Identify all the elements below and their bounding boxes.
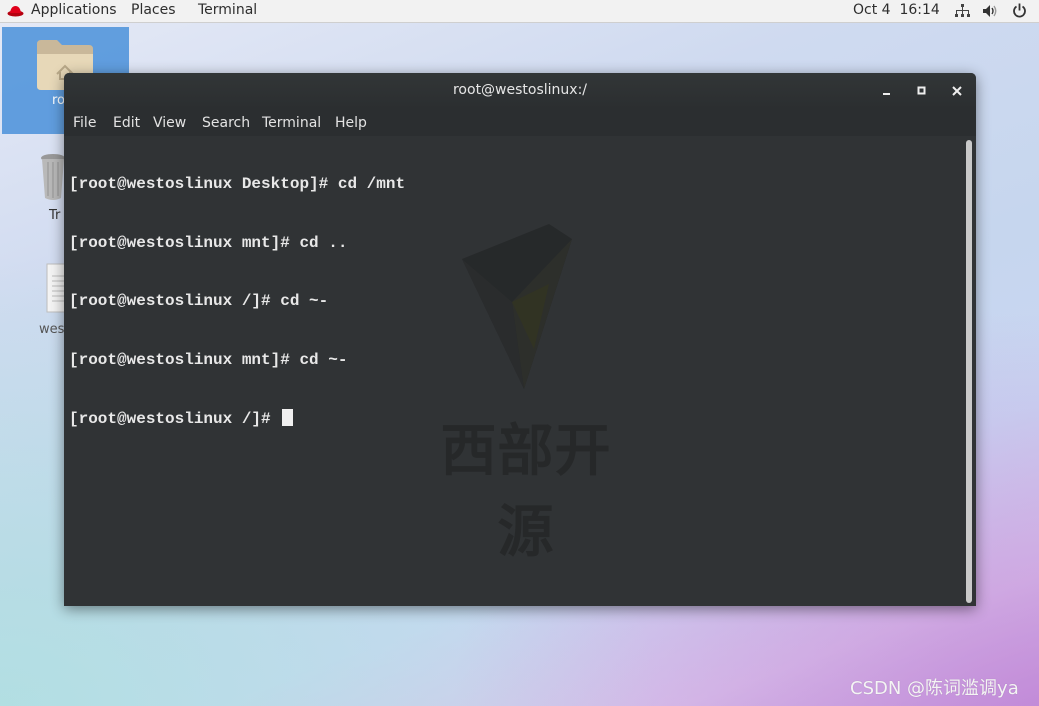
menu-edit[interactable]: Edit bbox=[113, 115, 140, 131]
terminal-line: [root@westoslinux /]# cd ~- bbox=[69, 292, 329, 310]
watermark-text: 西部开源 bbox=[440, 419, 612, 565]
trash-label[interactable]: Tr bbox=[49, 208, 60, 223]
window-title: root@westoslinux:/ bbox=[452, 82, 588, 98]
maximize-icon bbox=[917, 86, 926, 95]
terminal-lines: [root@westoslinux Desktop]# cd /mnt [roo… bbox=[69, 136, 405, 469]
volume-icon[interactable] bbox=[982, 4, 999, 18]
terminal-prompt: [root@westoslinux /]# bbox=[69, 410, 281, 428]
redhat-icon bbox=[7, 6, 24, 17]
trash-icon[interactable] bbox=[40, 152, 66, 202]
terminal-output[interactable]: 西部开源 [root@westoslinux Desktop]# cd /mnt… bbox=[64, 136, 976, 606]
terminal-window[interactable]: root@westoslinux:/ File Edit View Search… bbox=[64, 73, 976, 606]
scrollbar[interactable] bbox=[966, 140, 972, 603]
clock[interactable]: Oct 4 16:14 bbox=[853, 2, 940, 18]
terminal-menubar: File Edit View Search Terminal Help bbox=[64, 109, 976, 136]
westos-logo-icon bbox=[462, 224, 572, 389]
terminal-line: [root@westoslinux Desktop]# cd /mnt bbox=[69, 175, 406, 193]
minimize-icon bbox=[883, 93, 890, 95]
terminal-app-menu[interactable]: Terminal bbox=[198, 2, 257, 18]
terminal-prompt-line: [root@westoslinux /]# bbox=[69, 409, 405, 430]
maximize-button[interactable] bbox=[912, 81, 932, 101]
terminal-line: [root@westoslinux mnt]# cd ~- bbox=[69, 350, 348, 369]
text-cursor bbox=[282, 409, 294, 426]
applications-menu[interactable]: Applications bbox=[31, 2, 117, 18]
places-menu[interactable]: Places bbox=[131, 2, 176, 18]
csdn-watermark: CSDN @陈词滥调ya bbox=[850, 678, 1019, 699]
top-panel: Applications Places Terminal Oct 4 16:14 bbox=[0, 0, 1039, 23]
close-button[interactable] bbox=[947, 81, 967, 101]
minimize-button[interactable] bbox=[877, 81, 897, 101]
menu-view[interactable]: View bbox=[153, 115, 186, 131]
terminal-line: [root@westoslinux mnt]# cd .. bbox=[69, 233, 348, 252]
network-icon[interactable] bbox=[955, 4, 970, 18]
menu-search[interactable]: Search bbox=[202, 115, 250, 131]
menu-terminal[interactable]: Terminal bbox=[262, 115, 321, 131]
power-icon[interactable] bbox=[1012, 3, 1027, 18]
close-icon bbox=[952, 86, 962, 96]
window-titlebar[interactable]: root@westoslinux:/ bbox=[64, 73, 976, 109]
menu-file[interactable]: File bbox=[73, 115, 96, 131]
menu-help[interactable]: Help bbox=[335, 115, 367, 131]
